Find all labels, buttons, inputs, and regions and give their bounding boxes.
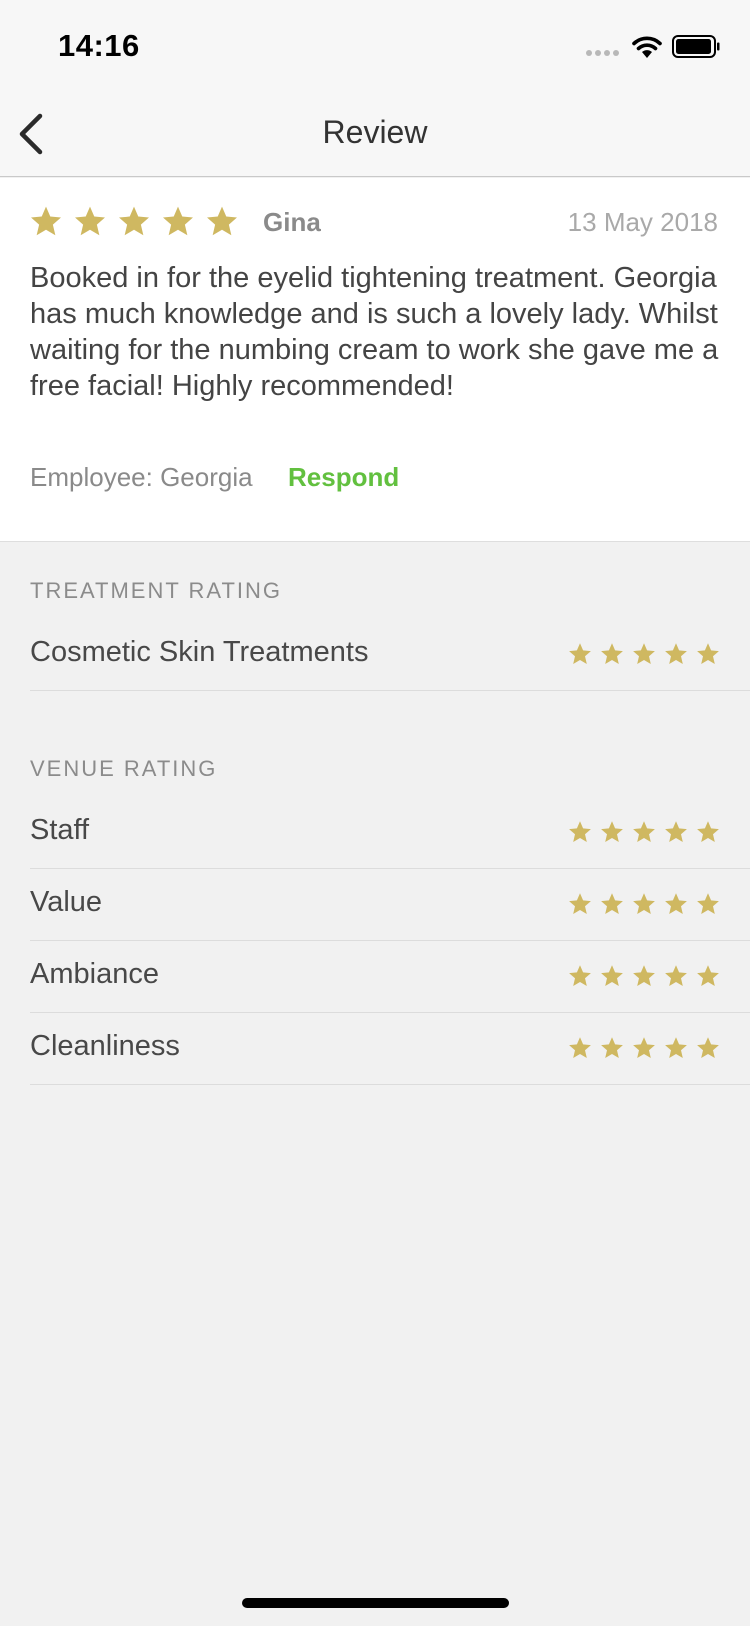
- rating-row-value: Value: [30, 869, 750, 941]
- star-icon: [569, 965, 591, 986]
- venue-rating-header: VENUE RATING: [30, 756, 218, 781]
- star-icon: [633, 643, 655, 664]
- review-text: Booked in for the eyelid tightening trea…: [30, 262, 719, 402]
- star-icon: [601, 893, 623, 914]
- rating-row-stars: [568, 892, 720, 916]
- star-icon: [633, 1037, 655, 1058]
- review-screen: 14:16 Review Gina 13 May 2018 Booked in …: [0, 0, 750, 1626]
- star-icon: [697, 1037, 719, 1058]
- star-icon: [601, 643, 623, 664]
- respond-button[interactable]: Respond: [288, 462, 399, 493]
- rating-row-label: Cosmetic Skin Treatments: [30, 636, 369, 668]
- star-icon: [569, 643, 591, 664]
- rating-row-stars: [568, 820, 720, 844]
- star-icon: [633, 893, 655, 914]
- rating-row-ambiance: Ambiance: [30, 941, 750, 1013]
- wifi-icon: [631, 34, 663, 58]
- rating-row-label: Cleanliness: [30, 1030, 180, 1062]
- navigation-bar: Review: [0, 90, 750, 177]
- star-icon: [697, 965, 719, 986]
- home-indicator[interactable]: [242, 1598, 509, 1608]
- star-icon: [665, 643, 687, 664]
- rating-row-stars: [568, 1036, 720, 1060]
- star-icon: [697, 821, 719, 842]
- rating-row-staff: Staff: [30, 797, 750, 869]
- rating-row-label: Staff: [30, 814, 90, 846]
- star-icon: [569, 893, 591, 914]
- rating-row-cosmetic-skin-treatments: Cosmetic Skin Treatments: [30, 619, 750, 691]
- rating-row-label: Value: [30, 886, 103, 918]
- star-icon: [633, 821, 655, 842]
- battery-icon: [672, 35, 720, 58]
- star-icon: [75, 206, 105, 236]
- star-icon: [633, 965, 655, 986]
- status-time: 14:16: [58, 28, 140, 63]
- star-icon: [119, 206, 149, 236]
- review-card: Gina 13 May 2018 Booked in for the eyeli…: [0, 178, 750, 542]
- star-icon: [665, 893, 687, 914]
- review-star-rating: [29, 205, 239, 238]
- signal-icon: [586, 50, 622, 58]
- star-icon: [665, 1037, 687, 1058]
- star-icon: [697, 893, 719, 914]
- star-icon: [697, 643, 719, 664]
- star-icon: [601, 965, 623, 986]
- rating-row-label: Ambiance: [30, 958, 159, 990]
- reviewer-name: Gina: [263, 207, 321, 237]
- treatment-rating-header: TREATMENT RATING: [30, 578, 282, 603]
- employee-label: Employee: Georgia: [30, 462, 253, 492]
- rating-row-stars: [568, 642, 720, 666]
- star-icon: [163, 206, 193, 236]
- star-icon: [601, 1037, 623, 1058]
- star-icon: [665, 821, 687, 842]
- status-bar: 14:16: [0, 0, 750, 90]
- star-icon: [569, 1037, 591, 1058]
- star-icon: [207, 206, 237, 236]
- star-icon: [601, 821, 623, 842]
- rating-row-stars: [568, 964, 720, 988]
- star-icon: [569, 821, 591, 842]
- star-icon: [31, 206, 61, 236]
- page-title: Review: [322, 114, 428, 150]
- review-date: 13 May 2018: [567, 207, 718, 237]
- rating-row-cleanliness: Cleanliness: [30, 1013, 750, 1085]
- star-icon: [665, 965, 687, 986]
